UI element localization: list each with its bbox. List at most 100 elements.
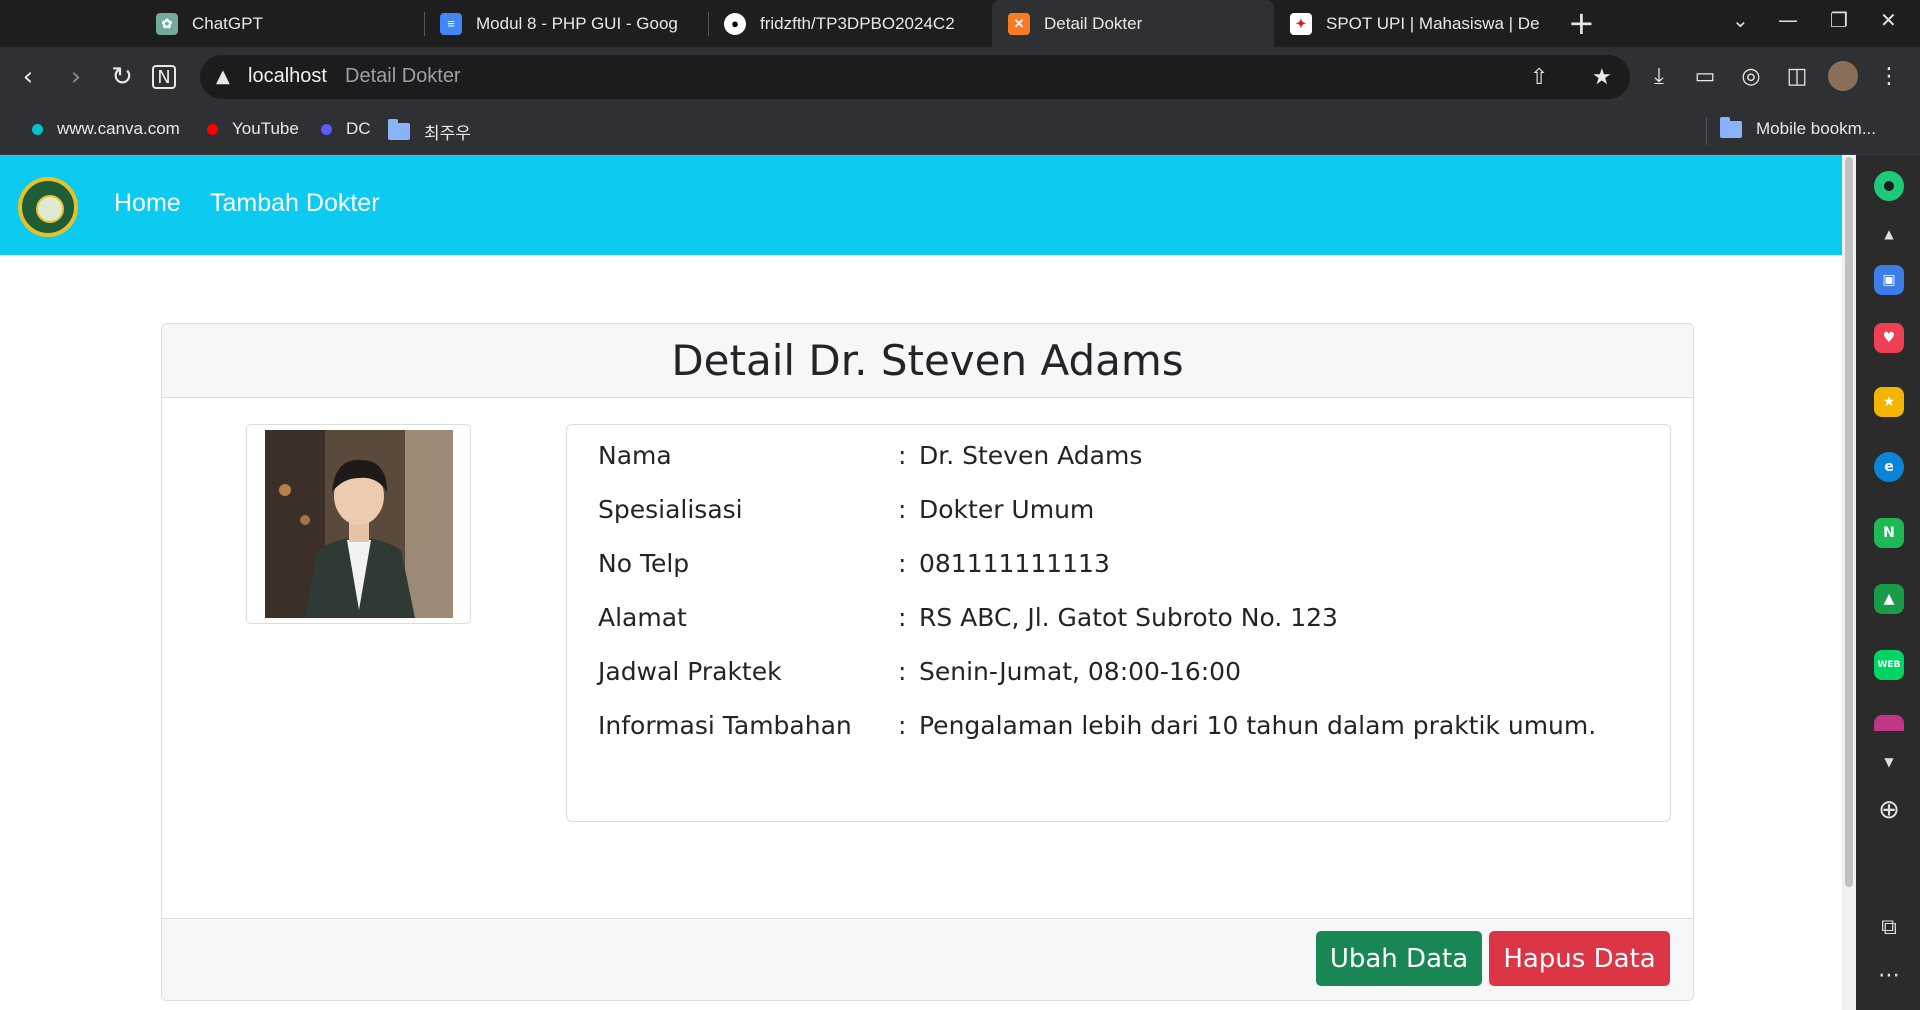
panel-more-icon[interactable]: ⋯ <box>1874 963 1904 988</box>
bookmark-label: YouTube <box>232 119 299 138</box>
card-footer: Ubah Data Hapus Data <box>162 918 1693 1000</box>
instagram-icon[interactable] <box>1874 715 1904 731</box>
detail-separator: : <box>898 495 907 524</box>
tab-label: Detail Dokter <box>1044 13 1143 33</box>
tab-label: fridzfth/TP3DPBO2024C2 <box>760 13 955 33</box>
card-header: Detail Dr. Steven Adams <box>162 324 1693 398</box>
detail-row-no-telp: No Telp : 081111111113 <box>567 543 1670 583</box>
back-icon[interactable]: ‹ <box>12 61 44 93</box>
bookmark-label: Mobile bookm... <box>1756 119 1876 138</box>
pocket-icon[interactable]: ♥ <box>1874 323 1904 353</box>
page-title: Detail Dr. Steven Adams <box>671 336 1184 385</box>
detail-label: Nama <box>598 441 672 470</box>
notion-icon[interactable]: N <box>152 65 176 89</box>
restore-icon[interactable]: ❐ <box>1830 8 1848 32</box>
detail-label: Spesialisasi <box>598 495 743 524</box>
share-icon[interactable]: ⇧ <box>1530 65 1548 90</box>
folder-icon <box>388 119 410 140</box>
tab-search-chevron-icon[interactable]: ⌄ <box>1732 8 1749 32</box>
bookmark-folder-choijuwoo[interactable]: 최주우 <box>388 119 471 144</box>
bookmark-youtube[interactable]: YouTube <box>207 119 299 139</box>
more-menu-icon[interactable]: ⋮ <box>1874 61 1904 91</box>
split-view-icon[interactable]: ◫ <box>1782 61 1812 91</box>
nav-home-link[interactable]: Home <box>114 189 181 218</box>
doctor-photo <box>265 430 453 618</box>
forward-icon[interactable]: › <box>60 61 92 93</box>
canva-icon <box>32 123 43 135</box>
detail-value: Dokter Umum <box>919 495 1095 524</box>
add-panel-icon[interactable]: ⊕ <box>1874 795 1904 825</box>
open-external-icon[interactable]: ⧉ <box>1874 915 1904 940</box>
favorites-star-icon[interactable]: ★ <box>1592 65 1612 90</box>
not-secure-warning-icon[interactable]: ▲ <box>216 66 238 88</box>
detail-value: 081111111113 <box>919 549 1110 578</box>
nav-add-doctor-link[interactable]: Tambah Dokter <box>210 189 380 218</box>
tab-modul-8[interactable]: ≡ Modul 8 - PHP GUI - Goog <box>428 0 708 47</box>
favorites-icon[interactable]: ★ <box>1874 387 1904 417</box>
delete-button[interactable]: Hapus Data <box>1489 931 1670 986</box>
bookmark-label: 최주우 <box>424 124 471 143</box>
address-bar[interactable]: ▲ localhost Detail Dokter ⇧ ★ <box>200 55 1630 99</box>
tab-label: Modul 8 - PHP GUI - Goog <box>476 13 678 33</box>
detail-row-alamat: Alamat : RS ABC, Jl. Gatot Subroto No. 1… <box>567 597 1670 637</box>
doctor-detail-list: Nama : Dr. Steven Adams Spesialisasi : D… <box>566 424 1671 822</box>
chatgpt-icon: ✿ <box>156 12 178 35</box>
dc-icon <box>321 123 332 135</box>
profile-avatar[interactable] <box>1828 61 1858 91</box>
naver-icon[interactable]: N <box>1874 518 1904 548</box>
detail-row-jadwal-praktek: Jadwal Praktek : Senin-Jumat, 08:00-16:0… <box>567 651 1670 691</box>
detail-separator: : <box>898 657 907 686</box>
detail-separator: : <box>898 549 907 578</box>
page-scrollbar[interactable] <box>1842 155 1856 1010</box>
download-icon[interactable]: ⤓ <box>1644 61 1674 91</box>
folder-icon <box>1720 116 1742 138</box>
bookmark-folder-mobile[interactable]: Mobile bookm... <box>1720 116 1876 139</box>
tab-detail-dokter[interactable]: ✕ Detail Dokter <box>992 0 1274 47</box>
scroll-up-icon[interactable]: ▲ <box>1874 227 1904 241</box>
gallery-icon[interactable]: ▲ <box>1874 584 1904 614</box>
detail-value: Pengalaman lebih dari 10 tahun dalam pra… <box>919 711 1597 740</box>
edge-drop-icon[interactable]: e <box>1874 452 1904 482</box>
webtoon-icon[interactable]: WEB <box>1874 650 1904 680</box>
doctor-photo-frame <box>246 424 471 624</box>
cast-icon[interactable]: ▭ <box>1690 61 1720 91</box>
detail-value: Senin-Jumat, 08:00-16:00 <box>919 657 1241 686</box>
tab-strip: ✿ ChatGPT ≡ Modul 8 - PHP GUI - Goog ● f… <box>0 0 1920 47</box>
screenshot-icon[interactable]: ◎ <box>1736 61 1766 91</box>
bookmark-label: www.canva.com <box>57 119 180 138</box>
doctor-detail-card: Detail Dr. Steven Adams Nama: Dr. Steve… <box>161 323 1694 1001</box>
app-navbar: Home Tambah Dokter <box>0 155 1856 255</box>
tools-icon[interactable]: ▣ <box>1874 265 1904 295</box>
youtube-icon <box>207 123 218 135</box>
tab-label: SPOT UPI | Mahasiswa | De <box>1326 13 1540 33</box>
minimize-icon[interactable]: — <box>1778 8 1798 32</box>
detail-label: Informasi Tambahan <box>598 711 852 740</box>
detail-value: RS ABC, Jl. Gatot Subroto No. 123 <box>919 603 1338 632</box>
browser-side-panel: ▲ ▣ ♥ ★ e N ▲ WEB ▼ ⊕ ⧉ ⋯ <box>1856 155 1920 1010</box>
new-tab-plus-icon[interactable]: + <box>1568 7 1595 39</box>
edit-button[interactable]: Ubah Data <box>1316 931 1482 986</box>
detail-separator: : <box>898 441 907 470</box>
detail-label: Alamat <box>598 603 687 632</box>
detail-row-informasi-tambahan: Informasi Tambahan : Pengalaman lebih da… <box>567 705 1670 745</box>
url-page-title: Detail Dokter <box>345 65 461 87</box>
tab-github[interactable]: ● fridzfth/TP3DPBO2024C2 <box>712 0 992 47</box>
detail-row-spesialisasi: Spesialisasi : Dokter Umum <box>567 489 1670 529</box>
detail-separator: : <box>898 603 907 632</box>
reload-icon[interactable]: ↻ <box>106 61 138 93</box>
tab-spot-upi[interactable]: ✦ SPOT UPI | Mahasiswa | De <box>1276 0 1556 47</box>
bookmark-dc[interactable]: DC <box>321 119 371 139</box>
close-window-icon[interactable]: ✕ <box>1880 8 1897 32</box>
bookmarks-bar: www.canva.com YouTube DC 최주우 Mobile book… <box>0 107 1920 155</box>
scrollbar-thumb[interactable] <box>1845 157 1853 887</box>
tab-chatgpt[interactable]: ✿ ChatGPT <box>134 0 424 47</box>
bookmark-label: DC <box>346 119 371 138</box>
copilot-icon[interactable] <box>1874 171 1904 201</box>
detail-row-nama: Nama : Dr. Steven Adams <box>567 435 1670 475</box>
bookmark-canva[interactable]: www.canva.com <box>32 119 180 139</box>
scroll-down-icon[interactable]: ▼ <box>1874 755 1904 769</box>
site-logo[interactable] <box>18 177 78 237</box>
github-icon: ● <box>724 12 746 35</box>
detail-separator: : <box>898 711 907 740</box>
detail-label: Jadwal Praktek <box>598 657 782 686</box>
